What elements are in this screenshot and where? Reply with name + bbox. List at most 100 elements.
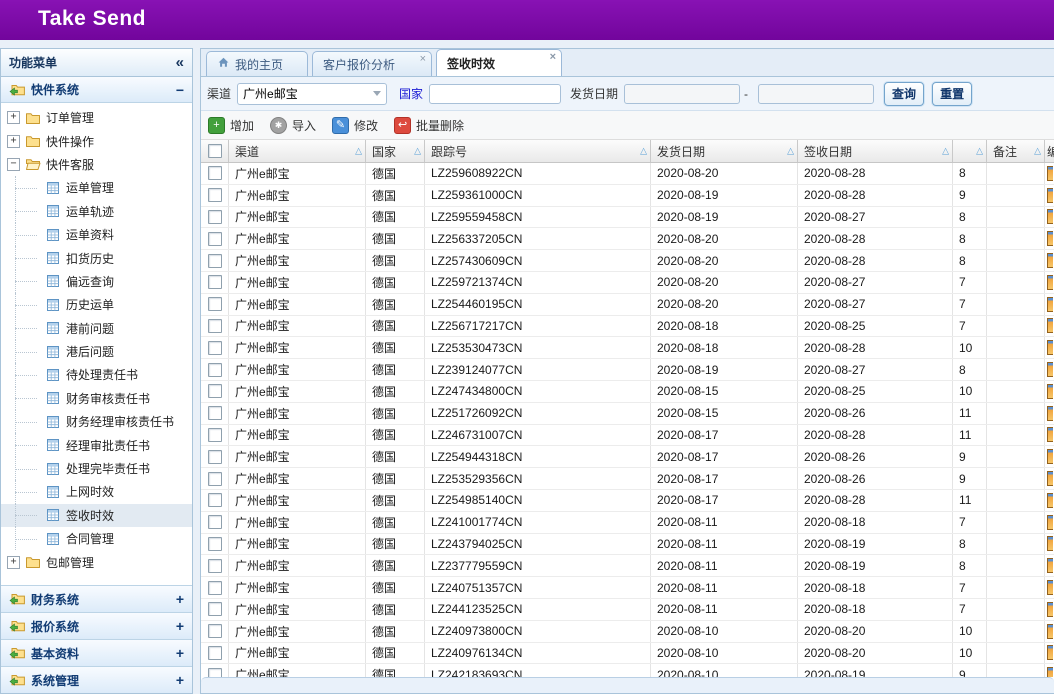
edit-icon[interactable]	[1047, 667, 1053, 677]
table-row[interactable]: 广州e邮宝德国LZ254985140CN2020-08-172020-08-28…	[201, 490, 1054, 512]
table-row[interactable]: 广州e邮宝德国LZ259559458CN2020-08-192020-08-27…	[201, 207, 1054, 229]
table-row[interactable]: 广州e邮宝德国LZ256717217CN2020-08-182020-08-25…	[201, 316, 1054, 338]
row-checkbox[interactable]	[208, 166, 222, 180]
table-row[interactable]: 广州e邮宝德国LZ253530473CN2020-08-182020-08-28…	[201, 337, 1054, 359]
sidebar-item-completed-liability[interactable]: 处理完毕责任书	[1, 457, 192, 480]
sidebar-item-sign-time[interactable]: 签收时效	[1, 504, 192, 527]
table-row[interactable]: 广州e邮宝德国LZ254460195CN2020-08-202020-08-27…	[201, 294, 1054, 316]
row-checkbox[interactable]	[208, 581, 222, 595]
table-row[interactable]: 广州e邮宝德国LZ243794025CN2020-08-112020-08-19…	[201, 534, 1054, 556]
edit-icon[interactable]	[1047, 340, 1053, 355]
row-checkbox[interactable]	[208, 646, 222, 660]
column-header-sign-date[interactable]: 签收日期△	[798, 140, 953, 162]
sidebar-item-waybill-mgmt[interactable]: 运单管理	[1, 176, 192, 199]
edit-icon[interactable]	[1047, 493, 1053, 508]
table-row[interactable]: 广州e邮宝德国LZ240973800CN2020-08-102020-08-20…	[201, 621, 1054, 643]
edit-icon[interactable]	[1047, 362, 1053, 377]
tab-my-home[interactable]: 我的主页	[206, 51, 308, 76]
row-checkbox[interactable]	[208, 472, 222, 486]
channel-select[interactable]: 广州e邮宝	[237, 83, 387, 105]
edit-icon[interactable]	[1047, 275, 1053, 290]
table-row[interactable]: 广州e邮宝德国LZ246731007CN2020-08-172020-08-28…	[201, 425, 1054, 447]
sidebar-item-waybill-info[interactable]: 运单资料	[1, 223, 192, 246]
sidebar-item-order-mgmt[interactable]: +订单管理	[1, 106, 192, 129]
sidebar-item-express-ops[interactable]: +快件操作	[1, 129, 192, 152]
accordion-basic-data[interactable]: 基本资料+	[1, 639, 192, 666]
sidebar-item-manager-approval-liability[interactable]: 经理审批责任书	[1, 433, 192, 456]
edit-icon[interactable]	[1047, 384, 1053, 399]
close-icon[interactable]: ×	[550, 51, 556, 63]
column-header-edit[interactable]: 编	[1045, 140, 1054, 162]
table-row[interactable]: 广州e邮宝德国LZ259361000CN2020-08-192020-08-28…	[201, 185, 1054, 207]
row-checkbox[interactable]	[208, 559, 222, 573]
row-checkbox[interactable]	[208, 341, 222, 355]
table-row[interactable]: 广州e邮宝德国LZ241001774CN2020-08-112020-08-18…	[201, 512, 1054, 534]
reset-button[interactable]: 重置	[932, 82, 972, 106]
close-icon[interactable]: ×	[420, 53, 426, 65]
sidebar-item-pending-liability[interactable]: 待处理责任书	[1, 363, 192, 386]
expand-section-icon[interactable]: +	[176, 672, 184, 688]
table-row[interactable]: 广州e邮宝德国LZ247434800CN2020-08-152020-08-25…	[201, 381, 1054, 403]
row-checkbox[interactable]	[208, 515, 222, 529]
column-header-country[interactable]: 国家△	[366, 140, 425, 162]
sidebar-item-express-cs[interactable]: −快件客服	[1, 153, 192, 176]
row-checkbox[interactable]	[208, 450, 222, 464]
date-from-input[interactable]	[624, 84, 740, 104]
row-checkbox[interactable]	[208, 254, 222, 268]
table-row[interactable]: 广州e邮宝德国LZ251726092CN2020-08-152020-08-26…	[201, 403, 1054, 425]
row-checkbox[interactable]	[208, 493, 222, 507]
accordion-quote-system[interactable]: 报价系统+	[1, 612, 192, 639]
row-checkbox[interactable]	[208, 668, 222, 677]
edit-icon[interactable]	[1047, 318, 1053, 333]
country-input[interactable]	[429, 84, 561, 104]
collapse-node-icon[interactable]: −	[7, 158, 20, 171]
column-header-remark[interactable]: 备注△	[987, 140, 1045, 162]
sidebar-item-parcel-mgmt[interactable]: +包邮管理	[1, 550, 192, 573]
collapse-sidebar-icon[interactable]: «	[176, 54, 184, 71]
sidebar-item-pre-port-issues[interactable]: 港前问题	[1, 317, 192, 340]
row-checkbox[interactable]	[208, 602, 222, 616]
edit-icon[interactable]	[1047, 449, 1053, 464]
edit-icon[interactable]	[1047, 602, 1053, 617]
row-checkbox[interactable]	[208, 297, 222, 311]
table-row[interactable]: 广州e邮宝德国LZ259608922CN2020-08-202020-08-28…	[201, 163, 1054, 185]
accordion-finance-system[interactable]: 财务系统+	[1, 585, 192, 612]
expand-section-icon[interactable]: +	[176, 618, 184, 634]
expand-section-icon[interactable]: +	[176, 645, 184, 661]
batch-delete-button[interactable]: ↩批量删除	[394, 117, 464, 134]
row-checkbox[interactable]	[208, 232, 222, 246]
add-button[interactable]: +增加	[208, 117, 254, 134]
row-checkbox[interactable]	[208, 624, 222, 638]
date-to-input[interactable]	[758, 84, 874, 104]
table-row[interactable]: 广州e邮宝德国LZ256337205CN2020-08-202020-08-28…	[201, 228, 1054, 250]
expand-node-icon[interactable]: +	[7, 111, 20, 124]
row-checkbox[interactable]	[208, 363, 222, 377]
tab-sign-time[interactable]: 签收时效×	[436, 49, 562, 76]
sidebar-item-hold-history[interactable]: 扣货历史	[1, 246, 192, 269]
edit-icon[interactable]	[1047, 580, 1053, 595]
edit-icon[interactable]	[1047, 166, 1053, 181]
column-header-days[interactable]: △	[953, 140, 987, 162]
column-header-ship-date[interactable]: 发货日期△	[651, 140, 798, 162]
collapse-section-icon[interactable]: −	[176, 82, 184, 98]
table-row[interactable]: 广州e邮宝德国LZ259721374CN2020-08-202020-08-27…	[201, 272, 1054, 294]
edit-icon[interactable]	[1047, 253, 1053, 268]
row-checkbox[interactable]	[208, 210, 222, 224]
table-row[interactable]: 广州e邮宝德国LZ237779559CN2020-08-112020-08-19…	[201, 555, 1054, 577]
edit-icon[interactable]	[1047, 471, 1053, 486]
expand-node-icon[interactable]: +	[7, 135, 20, 148]
column-header-tracking-no[interactable]: 跟踪号△	[425, 140, 651, 162]
edit-icon[interactable]	[1047, 515, 1053, 530]
table-row[interactable]: 广州e邮宝德国LZ242183693CN2020-08-102020-08-19…	[201, 664, 1054, 677]
table-row[interactable]: 广州e邮宝德国LZ239124077CN2020-08-192020-08-27…	[201, 359, 1054, 381]
edit-icon[interactable]	[1047, 188, 1053, 203]
sidebar-item-finance-manager-audit-liability[interactable]: 财务经理审核责任书	[1, 410, 192, 433]
edit-icon[interactable]	[1047, 209, 1053, 224]
sidebar-item-remote-query[interactable]: 偏远查询	[1, 270, 192, 293]
sidebar-item-online-time[interactable]: 上网时效	[1, 480, 192, 503]
row-checkbox[interactable]	[208, 537, 222, 551]
row-checkbox[interactable]	[208, 188, 222, 202]
row-checkbox[interactable]	[208, 428, 222, 442]
tab-customer-quote-analysis[interactable]: 客户报价分析×	[312, 51, 432, 76]
expand-section-icon[interactable]: +	[176, 591, 184, 607]
